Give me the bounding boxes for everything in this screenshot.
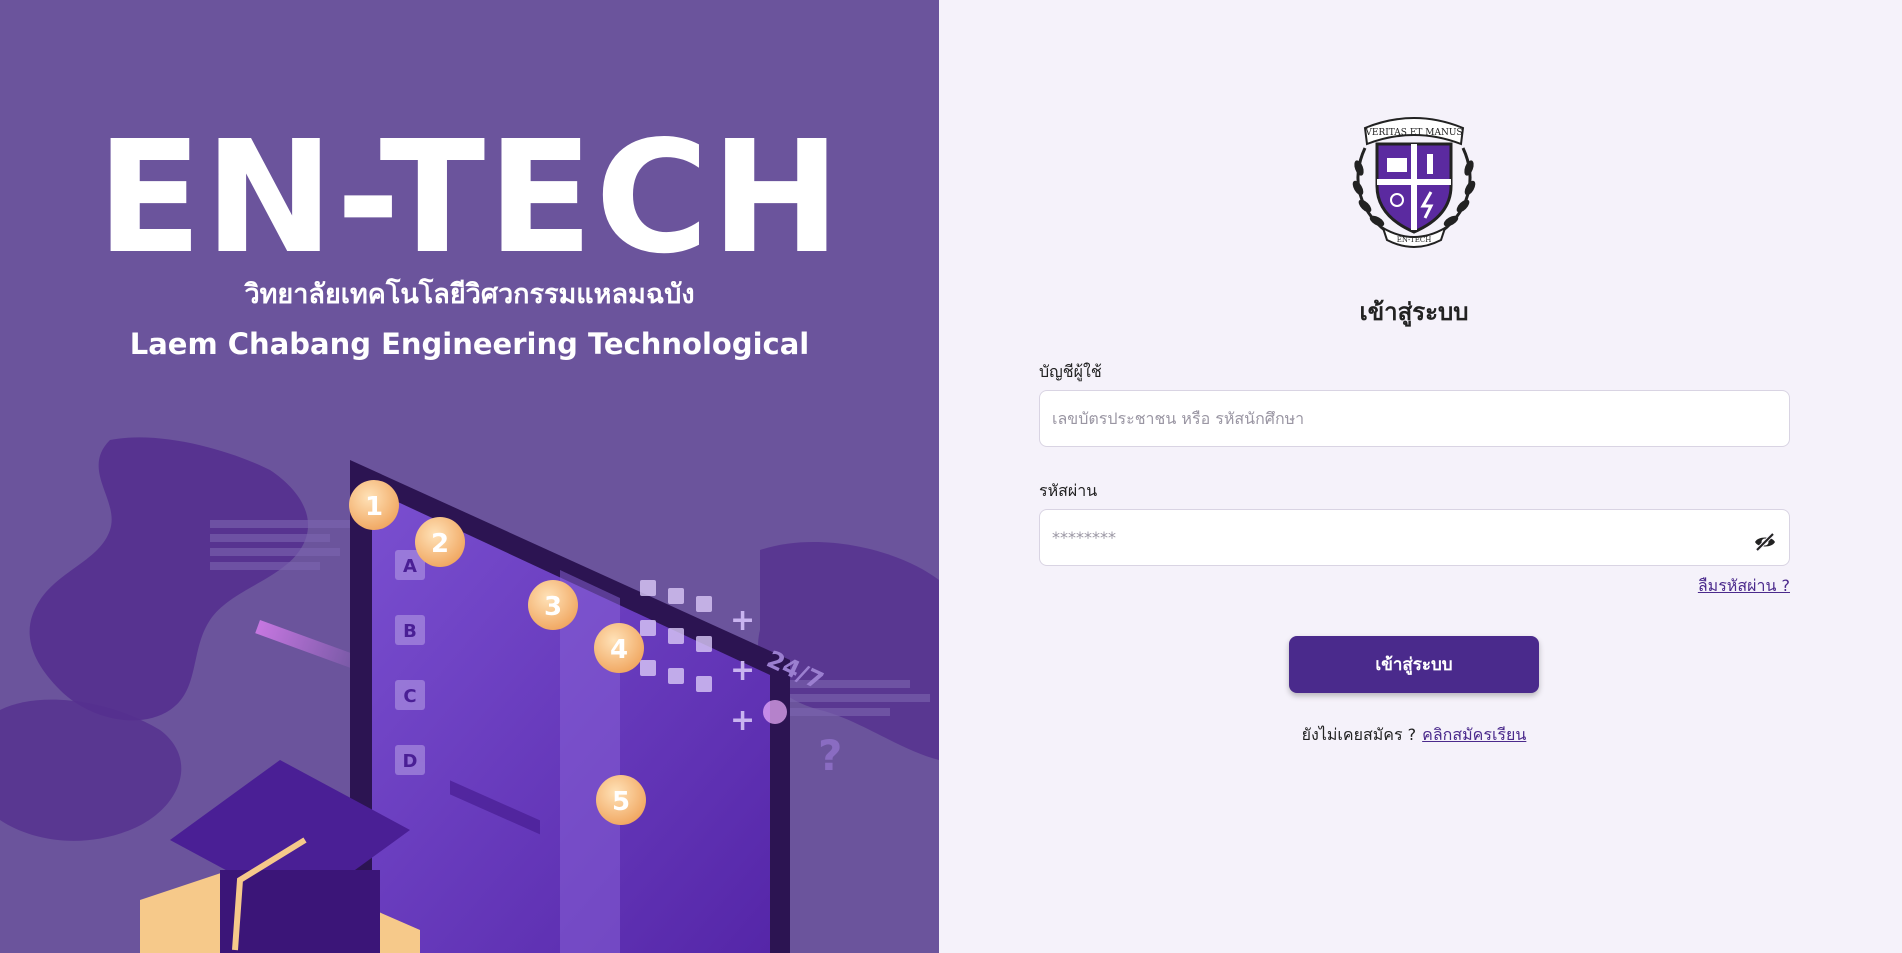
logo-name: EN-TECH <box>1397 236 1432 244</box>
password-input[interactable] <box>1039 509 1790 566</box>
login-panel: VERITAS ET MANUS EN-TECH เข้าสู่ระบบ บัญ… <box>939 0 1902 953</box>
college-crest-logo: VERITAS ET MANUS EN-TECH <box>1352 117 1476 248</box>
form-title: เข้าสู่ระบบ <box>1359 298 1469 326</box>
art-doc-b: B <box>403 621 417 642</box>
hero-title: EN-TECH <box>96 107 843 288</box>
username-label: บัญชีผู้ใช้ <box>1039 362 1102 381</box>
art-doc-a: A <box>403 556 417 577</box>
art-step-5: 5 <box>612 787 630 817</box>
art-step-2: 2 <box>431 529 449 559</box>
hero-panel: EN-TECH วิทยาลัยเทคโนโลยีวิศวกรรมแหลมฉบั… <box>0 0 939 953</box>
svg-text:+: + <box>730 703 755 738</box>
hero-subtitle-english: Laem Chabang Engineering Technological <box>129 327 810 361</box>
svg-text:+: + <box>730 653 755 688</box>
svg-text:+: + <box>730 603 755 638</box>
hero-illustration: A B C D +++ 1 2 3 4 5 24/7 ? <box>0 437 939 953</box>
hero-subtitle-thai: วิทยาลัยเทคโนโลยีวิศวกรรมแหลมฉบัง <box>244 279 695 310</box>
eye-off-icon[interactable] <box>1753 530 1777 554</box>
art-doc-c: C <box>403 686 416 707</box>
password-label: รหัสผ่าน <box>1039 481 1098 500</box>
login-button[interactable]: เข้าสู่ระบบ <box>1289 636 1539 693</box>
art-doc-d: D <box>403 751 418 772</box>
forgot-password-link[interactable]: ลืมรหัสผ่าน ? <box>1639 574 1790 599</box>
art-step-3: 3 <box>544 592 562 622</box>
art-question: ? <box>818 731 842 780</box>
art-step-4: 4 <box>610 635 628 665</box>
register-link[interactable]: คลิกสมัครเรียน <box>1422 725 1526 744</box>
logo-motto: VERITAS ET MANUS <box>1364 128 1462 138</box>
cap-base <box>220 870 380 953</box>
map-shape <box>29 437 309 721</box>
username-input[interactable] <box>1039 390 1790 447</box>
register-prompt: ยังไม่เคยสมัคร ? <box>1301 725 1417 744</box>
map-shape <box>0 699 182 841</box>
register-row: ยังไม่เคยสมัคร ? คลิกสมัครเรียน <box>939 723 1889 748</box>
art-step-1: 1 <box>365 492 383 522</box>
